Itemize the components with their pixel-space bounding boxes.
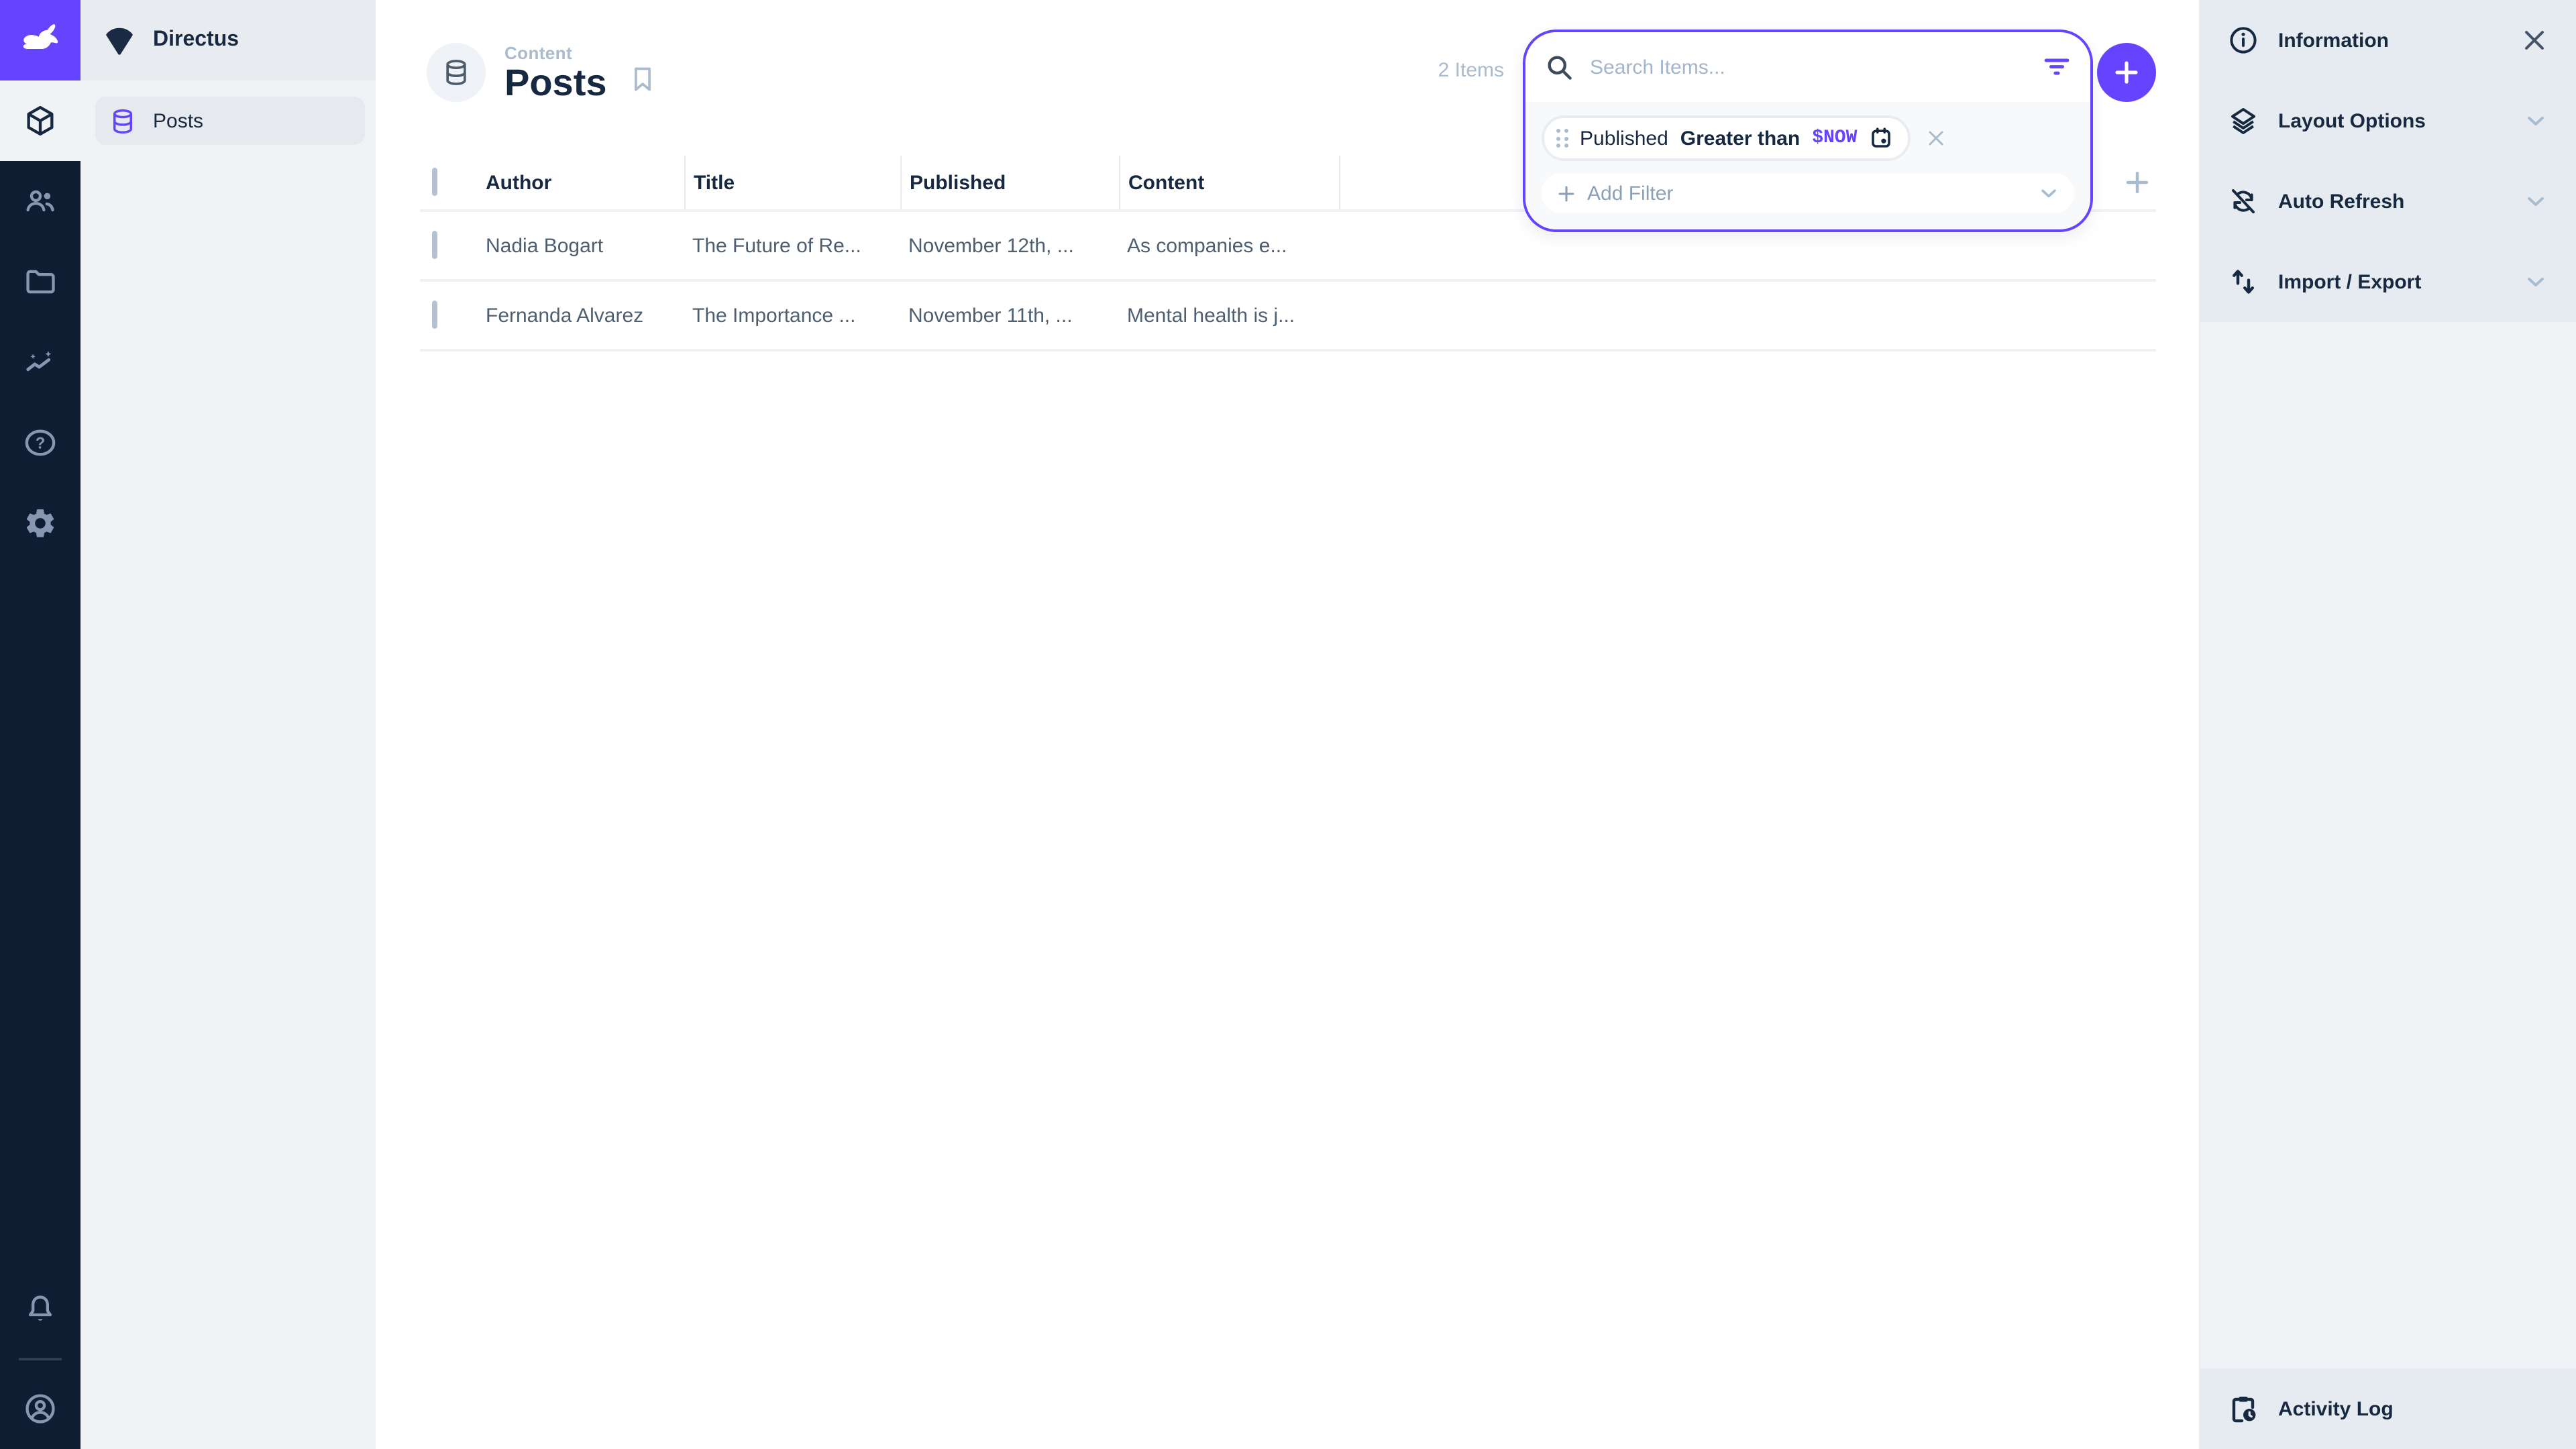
cell-title: The Importance ... <box>684 304 900 327</box>
help-icon: ? <box>23 425 58 460</box>
cell-author: Nadia Bogart <box>478 234 684 257</box>
calendar-icon[interactable] <box>1869 126 1893 150</box>
project-fan-icon <box>102 23 137 58</box>
table-row[interactable]: Fernanda Alvarez The Importance ... Nove… <box>420 279 2156 352</box>
module-files[interactable] <box>0 241 80 322</box>
remove-filter-icon[interactable] <box>1924 126 1948 150</box>
module-bar: ? <box>0 0 80 1449</box>
folder-icon <box>23 264 58 299</box>
user-menu-button[interactable] <box>0 1368 80 1449</box>
module-settings[interactable] <box>0 483 80 564</box>
module-content[interactable] <box>0 80 80 161</box>
cell-published: November 12th, ... <box>900 234 1119 257</box>
row-checkbox[interactable] <box>420 303 478 327</box>
main-content: Content Posts 2 Items Author Title Publi… <box>376 0 2199 1449</box>
cell-published: November 11th, ... <box>900 304 1119 327</box>
column-header-author[interactable]: Author <box>478 156 684 209</box>
column-header-title[interactable]: Title <box>684 156 900 209</box>
notifications-button[interactable] <box>0 1269 80 1350</box>
collection-icon-circle <box>427 43 486 102</box>
module-insights[interactable] <box>0 322 80 402</box>
directus-app: ? Directus <box>0 0 2576 1449</box>
insights-icon <box>23 345 58 380</box>
database-icon <box>441 58 471 87</box>
section-label: Auto Refresh <box>2278 190 2504 213</box>
rabbit-icon <box>15 15 66 66</box>
section-label: Information <box>2278 29 2501 52</box>
filter-field: Published <box>1580 127 1668 150</box>
sync-disabled-icon <box>2227 185 2259 217</box>
column-header-published[interactable]: Published <box>900 156 1119 209</box>
add-column-button[interactable] <box>2121 166 2153 199</box>
filter-icon[interactable] <box>2042 52 2072 82</box>
section-label: Import / Export <box>2278 270 2504 293</box>
close-icon[interactable] <box>2520 25 2549 55</box>
plus-icon <box>2110 56 2143 89</box>
plus-icon <box>1555 182 1578 205</box>
sidebar-item-label: Posts <box>153 109 203 132</box>
bell-icon <box>23 1292 58 1327</box>
project-header[interactable]: Directus <box>80 0 376 80</box>
search-filter-panel: Published Greater than $NOW <box>1523 30 2093 232</box>
module-users[interactable] <box>0 161 80 241</box>
sidebar-section-import-export[interactable]: Import / Export <box>2200 241 2576 322</box>
create-item-button[interactable] <box>2097 43 2156 102</box>
title-block: Content Posts <box>504 43 607 103</box>
cell-title: The Future of Re... <box>684 234 900 257</box>
import-export-icon <box>2227 266 2259 298</box>
filter-chip[interactable]: Published Greater than $NOW <box>1542 115 1911 161</box>
module-help[interactable]: ? <box>0 402 80 483</box>
drag-handle-icon[interactable] <box>1556 129 1568 148</box>
sidebar-section-information[interactable]: Information <box>2200 0 2576 80</box>
gear-icon <box>23 506 58 541</box>
sidebar-section-auto-refresh[interactable]: Auto Refresh <box>2200 161 2576 241</box>
section-label: Activity Log <box>2278 1397 2549 1420</box>
search-icon <box>1544 52 1574 82</box>
svg-text:?: ? <box>36 435 46 453</box>
cell-content: As companies e... <box>1119 234 1340 257</box>
bookmark-icon[interactable] <box>629 64 658 94</box>
search-row <box>1525 32 2090 102</box>
people-icon <box>23 184 58 219</box>
filter-area: Published Greater than $NOW <box>1525 102 2090 229</box>
cell-content: Mental health is j... <box>1119 304 1340 327</box>
directus-logo[interactable] <box>0 0 80 80</box>
info-icon <box>2227 24 2259 56</box>
cell-author: Fernanda Alvarez <box>478 304 684 327</box>
sidebar-section-layout-options[interactable]: Layout Options <box>2200 80 2576 161</box>
items-count: 2 Items <box>1438 59 1504 82</box>
filter-chip-row: Published Greater than $NOW <box>1542 115 2074 161</box>
database-icon <box>109 107 137 135</box>
chevron-down-icon <box>2522 268 2549 295</box>
search-input[interactable] <box>1587 54 2042 80</box>
filter-operator: Greater than <box>1680 127 1800 150</box>
add-filter-label: Add Filter <box>1587 182 2037 205</box>
page-title: Posts <box>504 63 607 103</box>
sidebar-section-activity-log[interactable]: Activity Log <box>2200 1368 2576 1449</box>
right-sidebar: Information Layout Options Auto Refresh <box>2199 0 2576 1449</box>
nav-sidebar: Directus Posts <box>80 0 376 1449</box>
project-name: Directus <box>153 28 239 52</box>
sidebar-item-posts[interactable]: Posts <box>95 97 365 145</box>
sidebar-body <box>2200 322 2576 1368</box>
chevron-down-icon <box>2037 181 2061 205</box>
filter-value: $NOW <box>1812 127 1857 149</box>
layers-icon <box>2227 105 2259 137</box>
column-header-content[interactable]: Content <box>1119 156 1340 209</box>
chevron-down-icon <box>2522 188 2549 215</box>
add-filter-button[interactable]: Add Filter <box>1542 173 2074 213</box>
module-bar-divider <box>19 1358 62 1360</box>
account-icon <box>23 1391 58 1426</box>
row-checkbox[interactable] <box>420 233 478 258</box>
select-all-checkbox[interactable] <box>420 170 478 195</box>
section-label: Layout Options <box>2278 109 2504 132</box>
activity-log-icon <box>2227 1393 2259 1425</box>
box-icon <box>23 103 58 138</box>
breadcrumb: Content <box>504 43 607 63</box>
chevron-down-icon <box>2522 107 2549 134</box>
module-bar-spacer <box>0 564 80 1269</box>
